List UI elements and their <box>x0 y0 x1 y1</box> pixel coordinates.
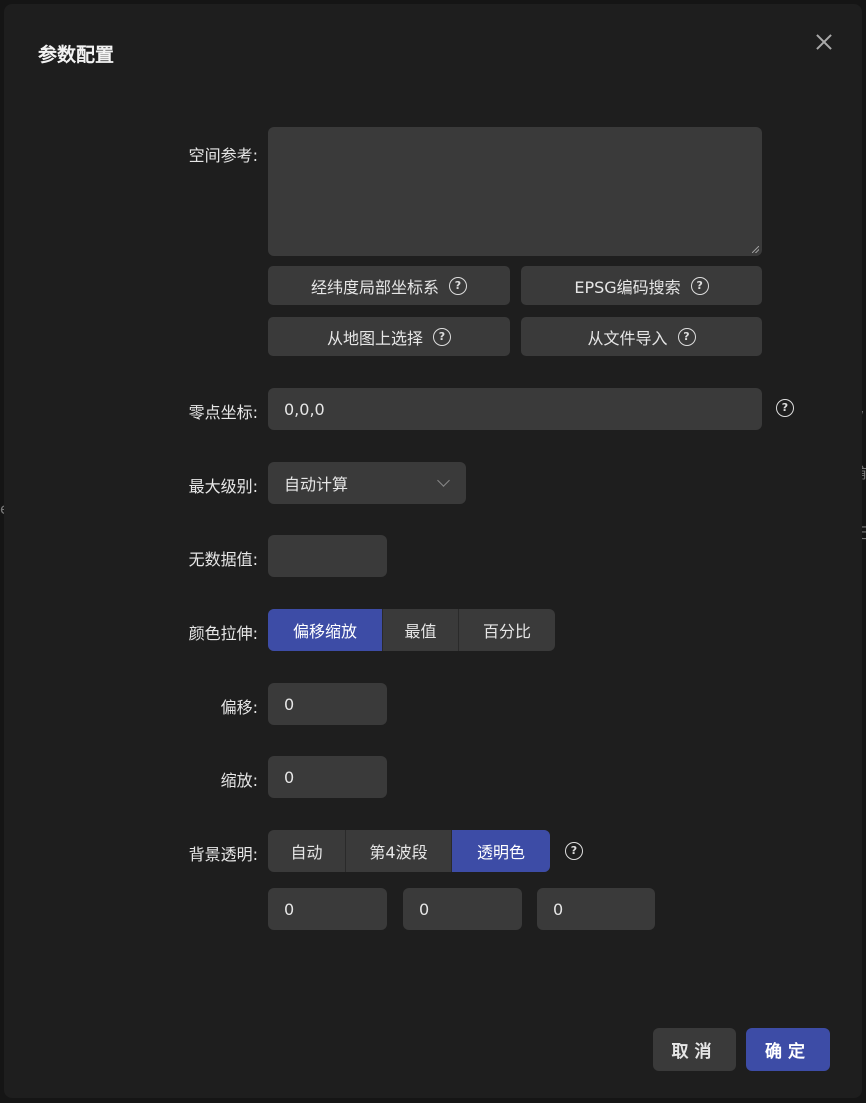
help-icon[interactable]: ? <box>449 276 467 295</box>
close-icon[interactable] <box>812 30 836 54</box>
ok-button[interactable]: 确定 <box>746 1028 830 1071</box>
bg-option-band4[interactable]: 第4波段 <box>346 830 452 872</box>
button-label: 从文件导入 <box>587 328 668 348</box>
parameter-config-dialog: 参数配置 空间参考: 经纬度局部坐标系 ? EPSG编码搜索 ? 从地图上选择 … <box>4 4 862 1098</box>
chevron-down-icon <box>437 474 450 487</box>
latlon-local-coord-button[interactable]: 经纬度局部坐标系 ? <box>268 266 510 305</box>
bg-option-transparent-color[interactable]: 透明色 <box>452 830 550 872</box>
help-icon[interactable]: ? <box>565 842 583 860</box>
transparent-color-b-input[interactable]: 0 <box>537 888 655 930</box>
bg-option-auto[interactable]: 自动 <box>268 830 346 872</box>
color-stretch-segmented: 偏移缩放 最值 百分比 <box>268 609 555 651</box>
bg-transparent-segmented: 自动 第4波段 透明色 <box>268 830 550 872</box>
stretch-option-offset-scale[interactable]: 偏移缩放 <box>268 609 383 651</box>
import-from-file-button[interactable]: 从文件导入 ? <box>521 317 762 356</box>
button-label: 从地图上选择 <box>326 328 423 348</box>
cancel-button[interactable]: 取消 <box>653 1028 736 1071</box>
transparent-color-g-input[interactable]: 0 <box>403 888 522 930</box>
max-level-label: 最大级别: <box>188 477 258 496</box>
origin-label: 零点坐标: <box>188 403 258 422</box>
color-stretch-label: 颜色拉伸: <box>188 624 258 643</box>
offset-input[interactable]: 0 <box>268 683 387 725</box>
stretch-option-percent[interactable]: 百分比 <box>459 609 555 651</box>
transparent-color-r-input[interactable]: 0 <box>268 888 387 930</box>
help-icon[interactable]: ? <box>690 276 709 295</box>
button-label: EPSG编码搜索 <box>574 277 681 297</box>
help-icon[interactable]: ? <box>433 327 451 346</box>
help-icon[interactable]: ? <box>776 399 794 417</box>
spatial-ref-textarea[interactable] <box>268 127 762 256</box>
nodata-input[interactable] <box>268 535 387 577</box>
max-level-value: 自动计算 <box>284 475 349 494</box>
bg-transparent-label: 背景透明: <box>188 845 258 864</box>
scale-input[interactable]: 0 <box>268 756 387 798</box>
origin-input[interactable]: 0,0,0 <box>268 388 762 430</box>
max-level-select[interactable]: 自动计算 <box>268 462 466 504</box>
epsg-search-button[interactable]: EPSG编码搜索 ? <box>521 266 762 305</box>
nodata-label: 无数据值: <box>188 550 258 569</box>
scale-label: 缩放: <box>220 771 258 790</box>
offset-label: 偏移: <box>220 698 258 717</box>
select-from-map-button[interactable]: 从地图上选择 ? <box>268 317 510 356</box>
dialog-title: 参数配置 <box>38 44 115 66</box>
spatial-ref-label: 空间参考: <box>188 146 258 165</box>
help-icon[interactable]: ? <box>677 327 696 346</box>
stretch-option-minmax[interactable]: 最值 <box>383 609 459 651</box>
button-label: 经纬度局部坐标系 <box>310 277 439 297</box>
